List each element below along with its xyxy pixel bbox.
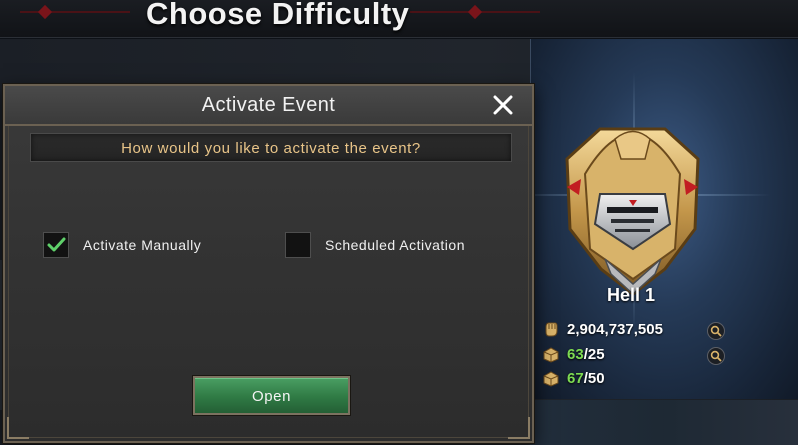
supply-box-icon bbox=[543, 371, 559, 387]
ornament-gem-icon bbox=[37, 4, 53, 20]
title-ornament-left bbox=[20, 11, 130, 13]
close-icon bbox=[493, 95, 513, 115]
prompt-text: How would you like to activate the event… bbox=[121, 140, 421, 157]
frame-corner bbox=[508, 417, 530, 439]
dialog-header: Activate Event bbox=[5, 86, 532, 126]
frame-corner bbox=[7, 417, 29, 439]
magnifier-icon[interactable] bbox=[707, 347, 725, 365]
activate-manually-checkbox[interactable] bbox=[43, 232, 69, 258]
stat-power-value: 2,904,737,505 bbox=[567, 320, 663, 338]
supply-box-icon bbox=[543, 347, 559, 363]
close-button[interactable] bbox=[490, 92, 516, 118]
stat-supply-a: 63/25 bbox=[541, 343, 605, 365]
difficulty-card[interactable]: Hell 1 2,904,737,505 63/25 67/50 bbox=[511, 39, 798, 399]
option-activate-manually[interactable]: Activate Manually bbox=[43, 232, 201, 258]
fist-icon bbox=[545, 322, 558, 337]
stat-supply-a-total: /25 bbox=[583, 345, 605, 363]
knight-helmet-emblem-icon bbox=[565, 127, 700, 296]
checkmark-icon bbox=[47, 237, 66, 252]
option-scheduled-activation[interactable]: Scheduled Activation bbox=[285, 232, 465, 258]
scheduled-activation-checkbox[interactable] bbox=[285, 232, 311, 258]
ornament-gem-icon bbox=[467, 4, 483, 20]
difficulty-name: Hell 1 bbox=[606, 285, 656, 305]
activate-event-dialog: Activate Event How would you like to act… bbox=[3, 84, 534, 443]
option-label: Activate Manually bbox=[83, 237, 202, 253]
magnifier-icon[interactable] bbox=[707, 322, 725, 340]
top-bar: Choose Difficulty bbox=[0, 0, 798, 38]
stat-supply-a-current: 63 bbox=[567, 345, 584, 363]
stat-supply-b-current: 67 bbox=[567, 369, 584, 387]
open-button[interactable]: Open bbox=[193, 376, 350, 415]
stat-supply-b-total: /50 bbox=[583, 369, 605, 387]
open-button-label: Open bbox=[251, 388, 292, 405]
page-title: Choose Difficulty bbox=[146, 0, 410, 31]
background-strip-bottom bbox=[530, 400, 798, 445]
option-label: Scheduled Activation bbox=[325, 237, 465, 253]
stat-supply-b: 67/50 bbox=[541, 367, 605, 389]
dialog-title: Activate Event bbox=[201, 94, 336, 116]
stat-power: 2,904,737,505 bbox=[541, 318, 663, 340]
prompt-banner: How would you like to activate the event… bbox=[30, 133, 512, 162]
